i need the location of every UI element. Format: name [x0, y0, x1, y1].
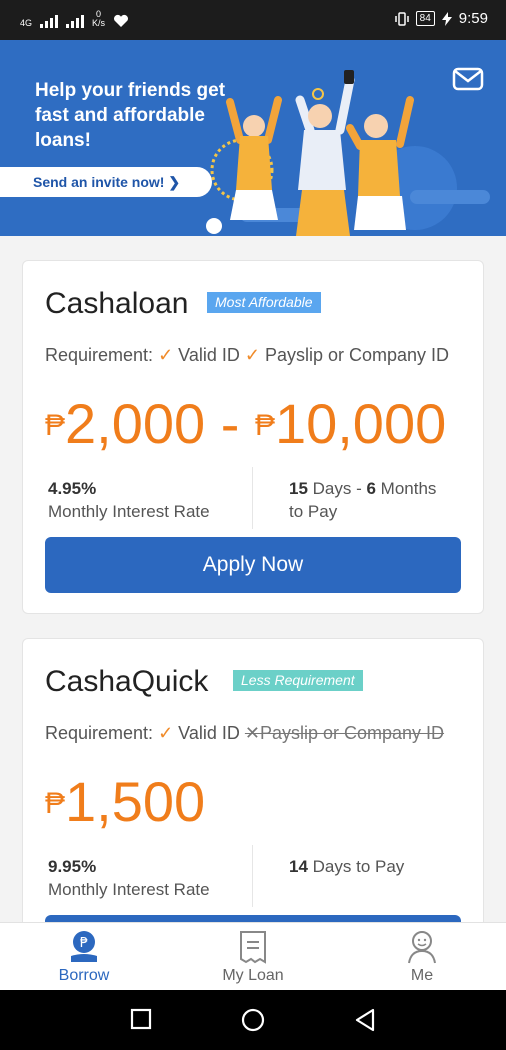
- peso-icon: ₱: [254, 409, 275, 442]
- borrow-icon: ₱: [71, 931, 97, 962]
- receipt-icon: [240, 931, 266, 964]
- loan-name: CashaQuick: [45, 665, 209, 698]
- requirement-item: Valid ID: [178, 345, 240, 365]
- term-days: 15: [289, 479, 308, 498]
- signal-icon-2: [66, 14, 85, 28]
- battery-level: 84: [415, 11, 435, 26]
- term-label: Days to Pay: [307, 857, 405, 876]
- svg-text:₱: ₱: [80, 936, 88, 951]
- divider: [252, 845, 253, 907]
- check-icon: ✓: [158, 345, 179, 365]
- charging-icon: [441, 11, 452, 26]
- term-label: to Pay: [289, 502, 338, 521]
- requirement-item: Valid ID: [178, 723, 240, 743]
- peso-icon: ₱: [45, 787, 66, 820]
- health-icon: [114, 14, 129, 27]
- mail-icon[interactable]: [452, 67, 484, 91]
- amount-from: 2,000: [65, 392, 206, 455]
- requirements: Requirement: ✓ Valid ID ✓ Payslip or Com…: [45, 345, 449, 366]
- interest-rate-label: Monthly Interest Rate: [48, 880, 210, 899]
- system-nav-bar: [0, 990, 506, 1050]
- net-speed-unit: K/s: [92, 18, 106, 28]
- bottom-nav: ₱ Borrow My Loan Me: [0, 922, 506, 990]
- nav-label: Me: [410, 967, 434, 984]
- interest-rate-value: 4.95%: [48, 479, 97, 498]
- peso-icon: ₱: [45, 409, 66, 442]
- range-dash: -: [220, 392, 255, 455]
- term-months-unit: Months: [375, 479, 437, 498]
- interest-rate-label: Monthly Interest Rate: [48, 502, 210, 521]
- requirement-label: Requirement:: [45, 345, 154, 365]
- divider: [252, 467, 253, 529]
- vibrate-icon: [394, 11, 409, 26]
- check-icon: ✓: [158, 723, 179, 743]
- interest-rate-value: 9.95%: [48, 857, 97, 876]
- amount-to: 10,000: [274, 392, 447, 455]
- requirement-item-not-needed: Payslip or Company ID: [259, 723, 445, 743]
- term-days-unit: Days -: [307, 479, 367, 498]
- apply-now-button[interactable]: Apply Now: [45, 537, 461, 593]
- referral-banner[interactable]: Help your friends get fast and affordabl…: [0, 40, 506, 236]
- nav-my-loan[interactable]: My Loan: [193, 923, 313, 991]
- loan-name: Cashaloan: [45, 287, 189, 320]
- banner-title: Help your friends get fast and affordabl…: [35, 80, 226, 151]
- term-months: 6: [366, 479, 376, 498]
- send-invite-button[interactable]: Send an invite now! ❯: [0, 167, 212, 197]
- cross-icon: ✕: [244, 723, 260, 743]
- nav-label: My Loan: [222, 967, 284, 984]
- loan-term: 14 Days to Pay: [289, 855, 404, 878]
- term-days: 14: [289, 857, 308, 876]
- loan-tag: Most Affordable: [207, 292, 321, 313]
- loan-card-cashaloan: Cashaloan Most Affordable Requirement: ✓…: [22, 260, 484, 614]
- net-speed: 0 K/s: [92, 10, 105, 28]
- interest-rate: 9.95% Monthly Interest Rate: [48, 855, 210, 901]
- nav-me[interactable]: Me: [362, 923, 482, 991]
- status-bar: 4G 0 K/s 84 9:59: [0, 0, 506, 40]
- nav-label: Borrow: [58, 967, 110, 984]
- loan-term: 15 Days - 6 Months to Pay: [289, 477, 436, 523]
- check-icon: ✓: [244, 345, 265, 365]
- loan-tag: Less Requirement: [233, 670, 363, 691]
- network-type: 4G: [20, 18, 33, 28]
- requirements: Requirement: ✓ Valid ID ✕Payslip or Comp…: [45, 723, 444, 744]
- profile-icon: [408, 931, 436, 964]
- nav-borrow[interactable]: ₱ Borrow: [24, 923, 144, 991]
- recent-apps-button[interactable]: [130, 1008, 152, 1030]
- back-button[interactable]: [354, 1008, 376, 1032]
- requirement-item: Payslip or Company ID: [264, 345, 450, 365]
- loan-amount-range: ₱2,000 - ₱10,000: [45, 391, 446, 456]
- interest-rate: 4.95% Monthly Interest Rate: [48, 477, 210, 523]
- requirement-label: Requirement:: [45, 723, 154, 743]
- signal-icon: [40, 14, 59, 28]
- clock: 9:59: [458, 10, 488, 27]
- home-button[interactable]: [241, 1008, 265, 1032]
- loan-card-cashaquick: CashaQuick Less Requirement Requirement:…: [22, 638, 484, 938]
- loan-amount: ₱1,500: [45, 769, 205, 834]
- amount-value: 1,500: [65, 770, 206, 833]
